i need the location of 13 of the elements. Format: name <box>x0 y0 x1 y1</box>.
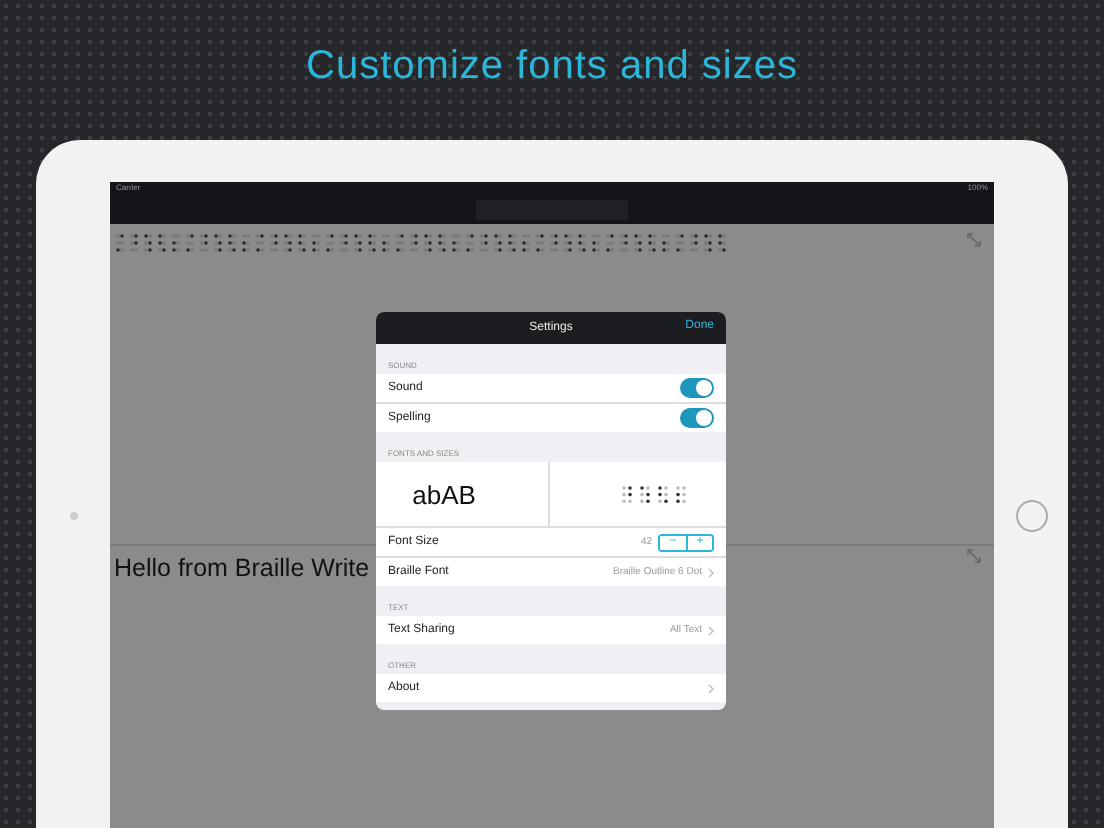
font-sample: abAB <box>412 479 476 509</box>
document-text: Hello from Braille Write <box>114 554 370 582</box>
toggle-switch[interactable] <box>680 408 714 428</box>
chevron-icon <box>708 683 714 693</box>
braille-preview-drawing <box>621 485 690 503</box>
chevron-icon <box>708 625 714 635</box>
home-button[interactable] <box>1015 499 1047 531</box>
headline: Customize fonts and sizes <box>306 44 798 92</box>
expand-icon[interactable] <box>966 232 982 248</box>
camera-icon <box>69 511 77 519</box>
toggle-switch[interactable] <box>680 378 714 398</box>
chevron-icon <box>708 567 714 577</box>
expand-icon[interactable] <box>966 548 982 564</box>
